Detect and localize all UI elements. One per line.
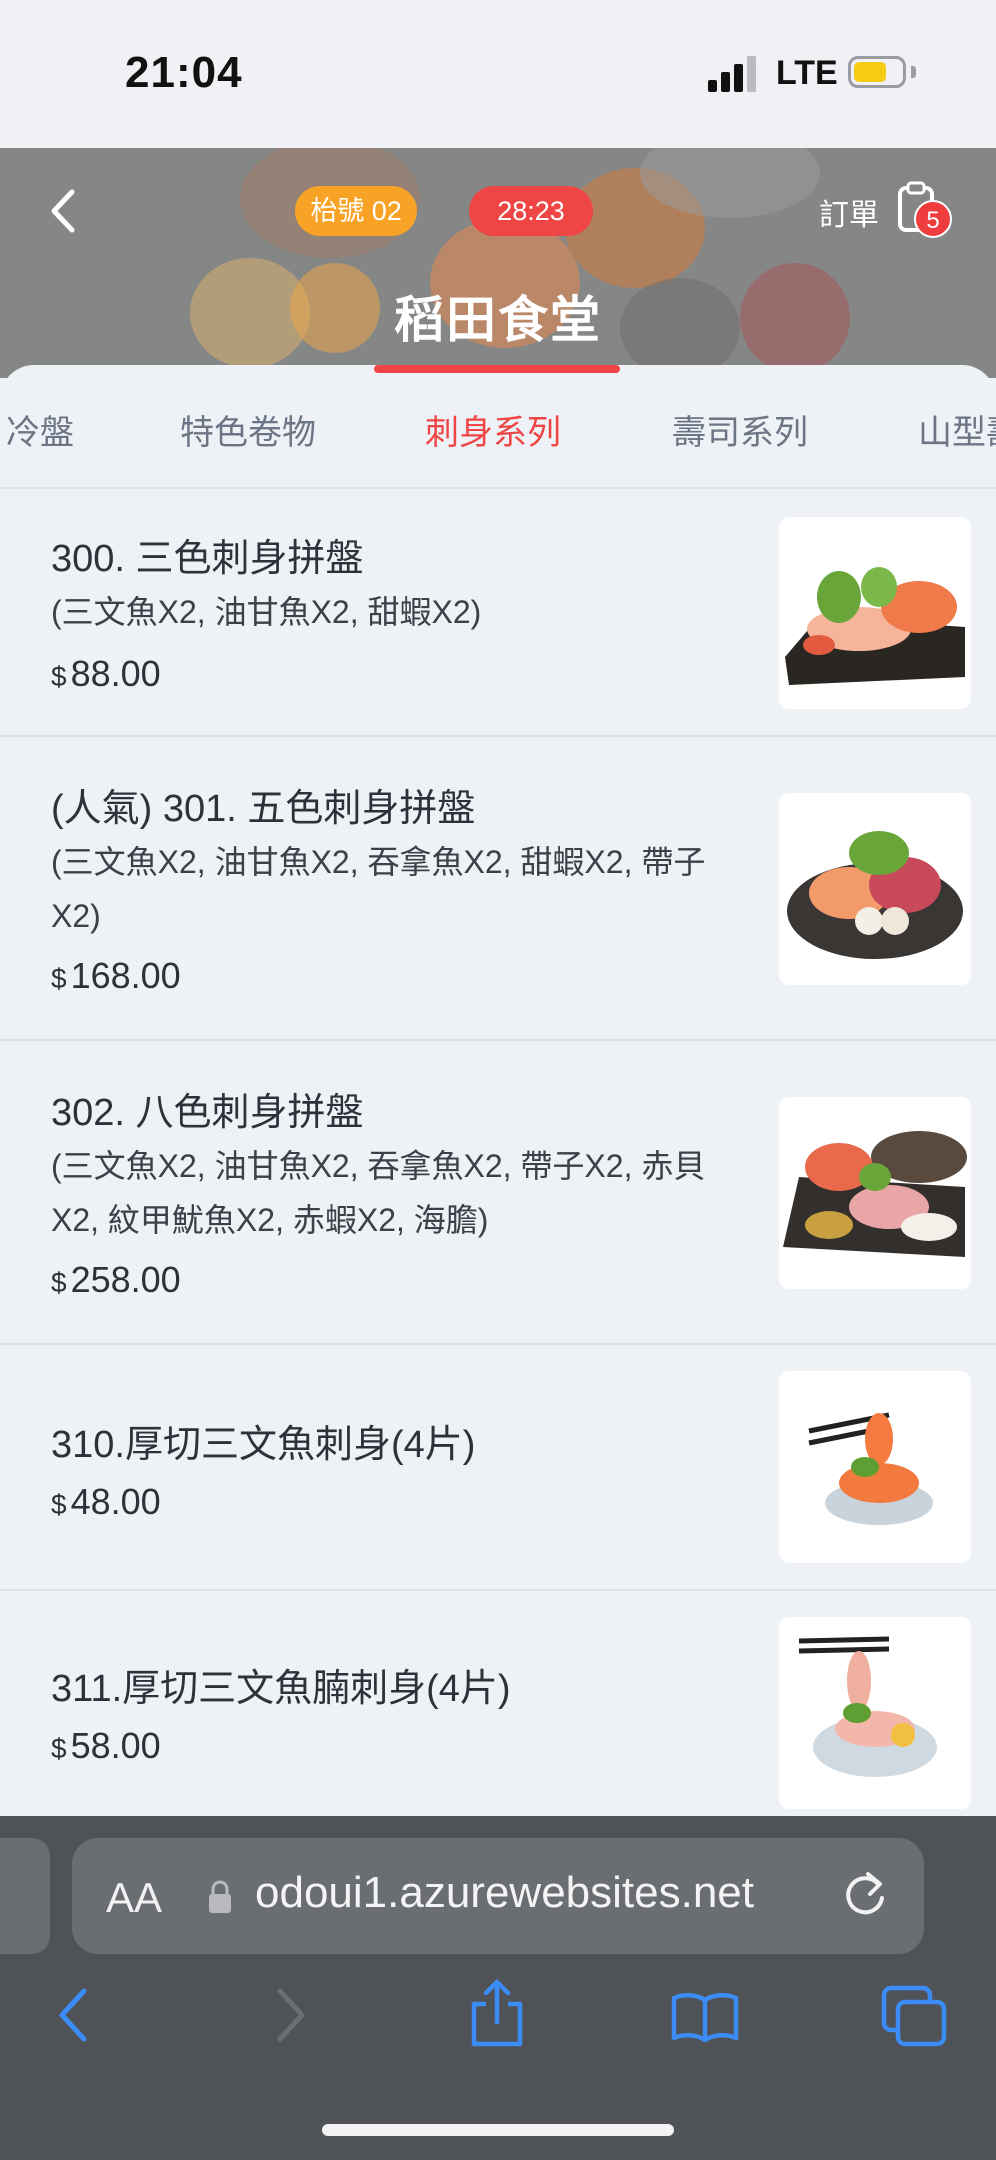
- home-indicator: [322, 2124, 674, 2136]
- timer-badge: 28:23: [469, 186, 593, 236]
- item-name: 311.厚切三文魚腩刺身(4片): [51, 1668, 511, 1710]
- back-icon[interactable]: [42, 186, 86, 236]
- item-description: (三文魚X2, 油甘魚X2, 吞拿魚X2, 帶子X2, 赤貝X2, 紋甲魷魚X2…: [51, 1148, 706, 1238]
- tab-cold-dishes[interactable]: 冷盤: [6, 405, 74, 454]
- tab-sashimi[interactable]: 刺身系列: [425, 405, 561, 454]
- item-name: 310.厚切三文魚刺身(4片): [51, 1424, 476, 1466]
- item-photo: [779, 1617, 971, 1809]
- lock-icon: [209, 1880, 231, 1913]
- status-bar: 21:04 LTE: [0, 0, 996, 148]
- tab-sushi[interactable]: 壽司系列: [672, 405, 808, 454]
- category-tabs: 冷盤 特色卷物 刺身系列 壽司系列 山型壽: [0, 365, 996, 487]
- item-photo: [779, 793, 971, 985]
- item-photo: [779, 517, 971, 709]
- item-photo: [779, 1097, 971, 1289]
- menu-item[interactable]: 311.厚切三文魚腩刺身(4片) $58.00: [0, 1591, 996, 1816]
- menu-item[interactable]: 310.厚切三文魚刺身(4片) $48.00: [0, 1345, 996, 1591]
- order-count-badge: 5: [914, 200, 952, 238]
- item-price: $168.00: [51, 955, 181, 996]
- tab-special-rolls[interactable]: 特色卷物: [180, 405, 316, 454]
- reload-icon[interactable]: [840, 1866, 890, 1920]
- store-name: 稻田食堂: [394, 292, 602, 348]
- forward-nav-icon[interactable]: [268, 1985, 312, 2045]
- menu-item[interactable]: (人氣) 301. 五色刺身拼盤 (三文魚X2, 油甘魚X2, 吞拿魚X2, 甜…: [0, 737, 996, 1041]
- bookmarks-icon[interactable]: [670, 1990, 740, 2044]
- back-nav-icon[interactable]: [52, 1985, 96, 2045]
- menu-item[interactable]: 300. 三色刺身拼盤 (三文魚X2, 油甘魚X2, 甜蝦X2) $88.00: [0, 489, 996, 737]
- item-photo: [779, 1371, 971, 1563]
- item-price: $58.00: [51, 1725, 161, 1766]
- item-price: $48.00: [51, 1481, 161, 1522]
- order-label[interactable]: 訂單: [819, 190, 879, 234]
- reader-settings-button[interactable]: AA: [106, 1874, 162, 1922]
- network-label: LTE: [776, 54, 838, 92]
- signal-icon: [708, 56, 758, 92]
- active-tab-indicator: [374, 365, 620, 373]
- item-description: (三文魚X2, 油甘魚X2, 吞拿魚X2, 甜蝦X2, 帶子X2): [51, 844, 706, 934]
- battery-icon: [848, 56, 906, 88]
- item-price: $258.00: [51, 1259, 181, 1300]
- tab-gunkan-sushi[interactable]: 山型壽: [918, 405, 996, 454]
- previous-tab-preview[interactable]: [0, 1838, 50, 1954]
- menu-item[interactable]: 302. 八色刺身拼盤 (三文魚X2, 油甘魚X2, 吞拿魚X2, 帶子X2, …: [0, 1041, 996, 1345]
- url-text[interactable]: odoui1.azurewebsites.net: [255, 1868, 754, 1918]
- item-price: $88.00: [51, 653, 161, 694]
- item-name: (人氣) 301. 五色刺身拼盤: [51, 788, 476, 830]
- tabs-icon[interactable]: [880, 1984, 948, 2048]
- item-description: (三文魚X2, 油甘魚X2, 甜蝦X2): [51, 594, 482, 630]
- share-icon[interactable]: [468, 1978, 526, 2048]
- table-number-badge: 枱號 02: [295, 186, 417, 236]
- item-name: 302. 八色刺身拼盤: [51, 1092, 364, 1134]
- status-time: 21:04: [125, 48, 243, 97]
- item-name: 300. 三色刺身拼盤: [51, 538, 364, 580]
- battery-tip: [911, 66, 916, 78]
